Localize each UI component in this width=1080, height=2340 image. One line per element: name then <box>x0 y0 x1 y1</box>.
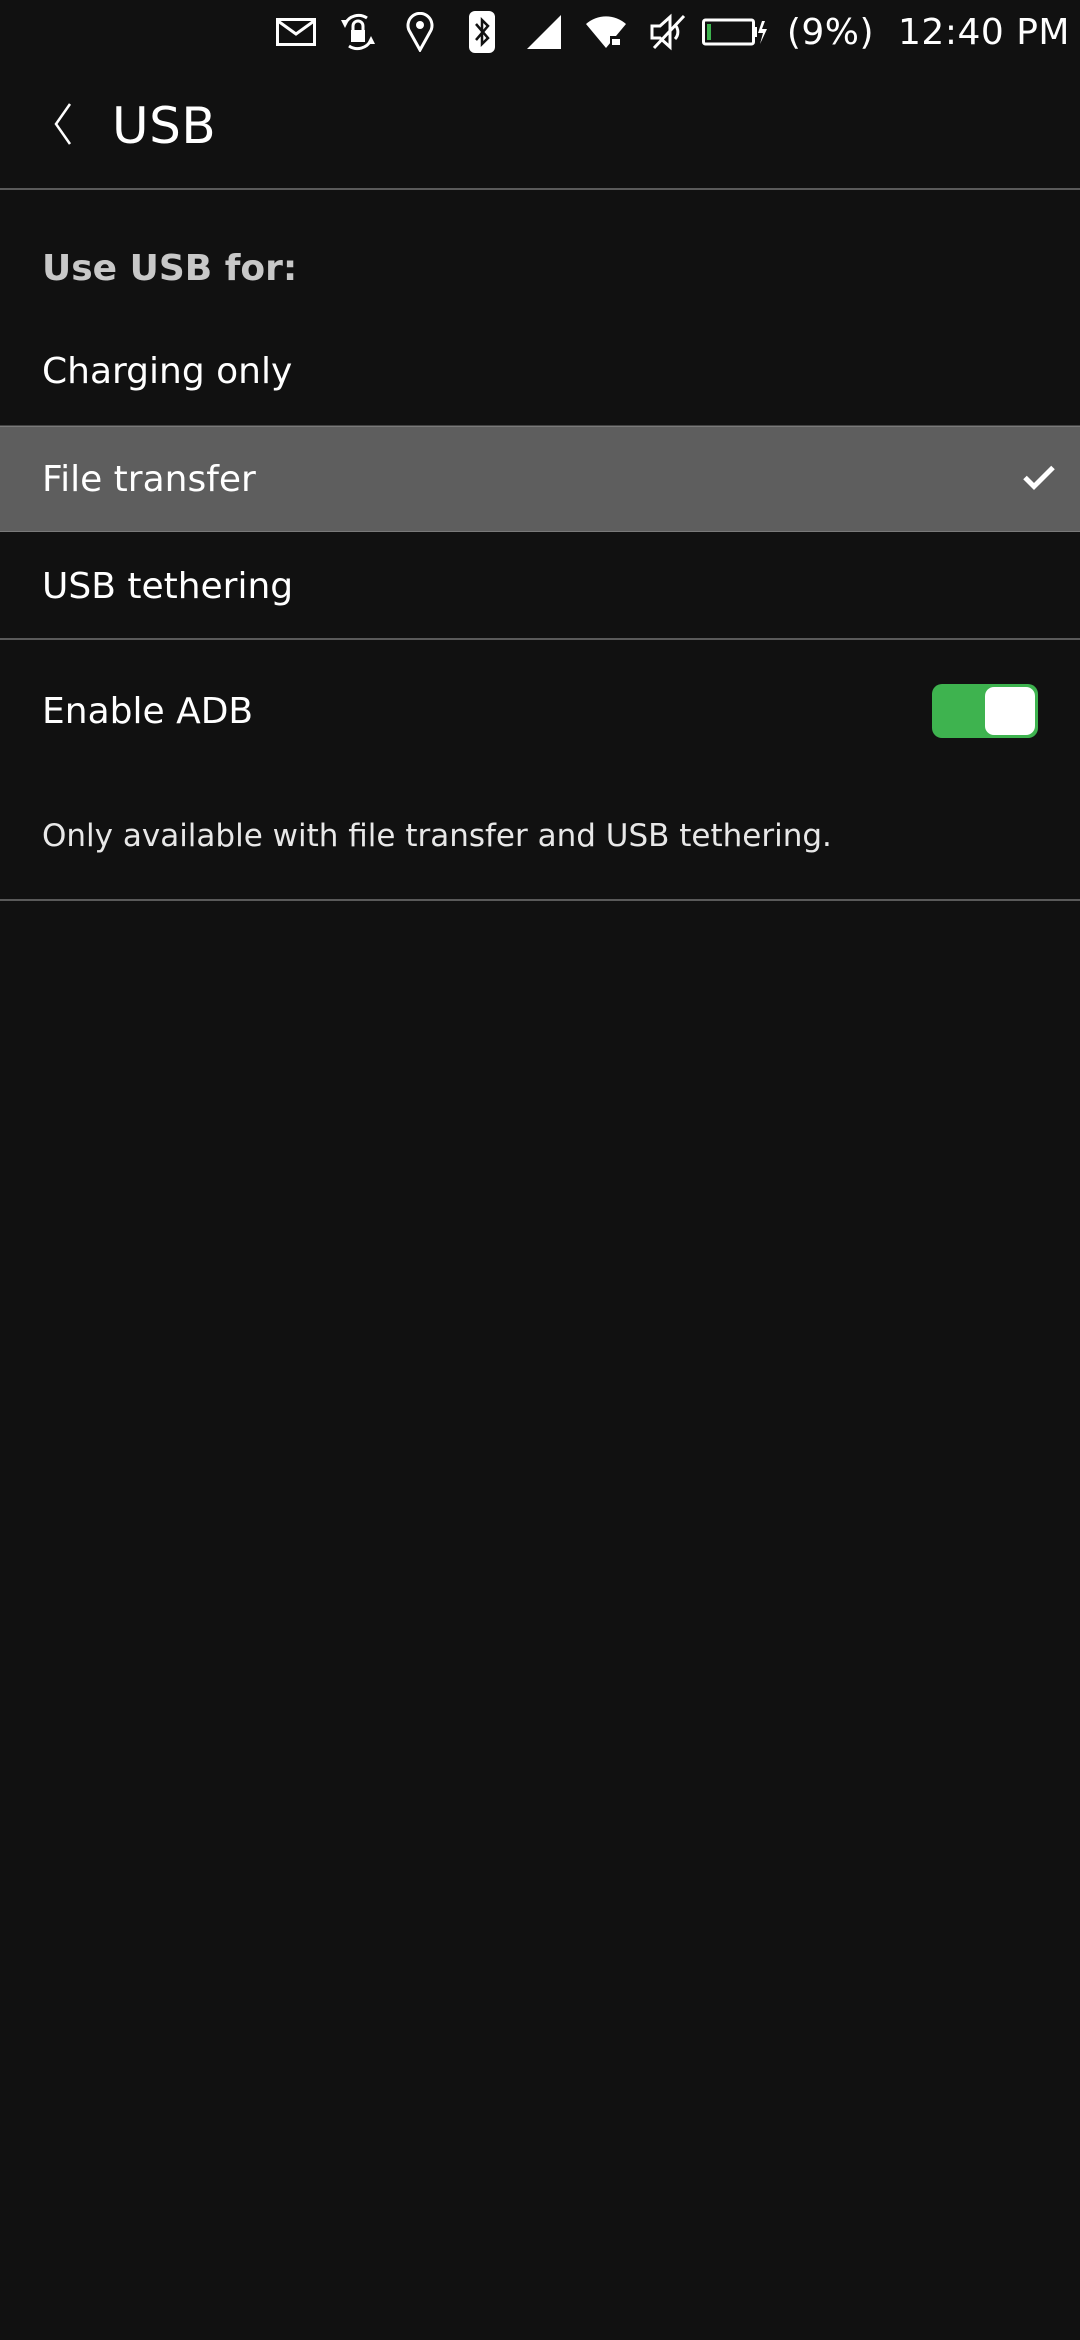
enable-adb-row: Enable ADB <box>0 642 1080 780</box>
wifi-icon <box>575 0 637 64</box>
option-label: Charging only <box>42 351 293 392</box>
adb-note: Only available with file transfer and US… <box>42 818 832 854</box>
toggle-knob <box>985 687 1035 735</box>
chevron-left-icon <box>50 102 74 150</box>
option-label: File transfer <box>42 458 256 500</box>
rotation-lock-icon <box>327 0 389 64</box>
option-usb-tethering[interactable]: USB tethering <box>0 534 1080 640</box>
enable-adb-toggle[interactable] <box>932 684 1038 738</box>
clock: 12:40 PM <box>898 11 1070 53</box>
bluetooth-icon <box>451 0 513 64</box>
status-bar: (9%) 12:40 PM <box>0 0 1080 64</box>
divider <box>0 899 1080 901</box>
location-icon <box>389 0 451 64</box>
back-button[interactable] <box>12 64 112 188</box>
muted-icon <box>637 0 699 64</box>
option-charging-only[interactable]: Charging only <box>0 318 1080 426</box>
page-title: USB <box>112 97 217 155</box>
battery-percent: (9%) <box>786 11 875 53</box>
option-file-transfer[interactable]: File transfer <box>0 426 1080 532</box>
option-label: USB tethering <box>42 565 294 607</box>
cellular-signal-icon <box>513 0 575 64</box>
battery-icon <box>699 0 771 64</box>
mail-icon <box>265 0 327 64</box>
section-heading: Use USB for: <box>42 248 298 289</box>
app-header: USB <box>0 64 1080 190</box>
checkmark-icon <box>1022 459 1056 500</box>
enable-adb-label: Enable ADB <box>42 690 254 732</box>
